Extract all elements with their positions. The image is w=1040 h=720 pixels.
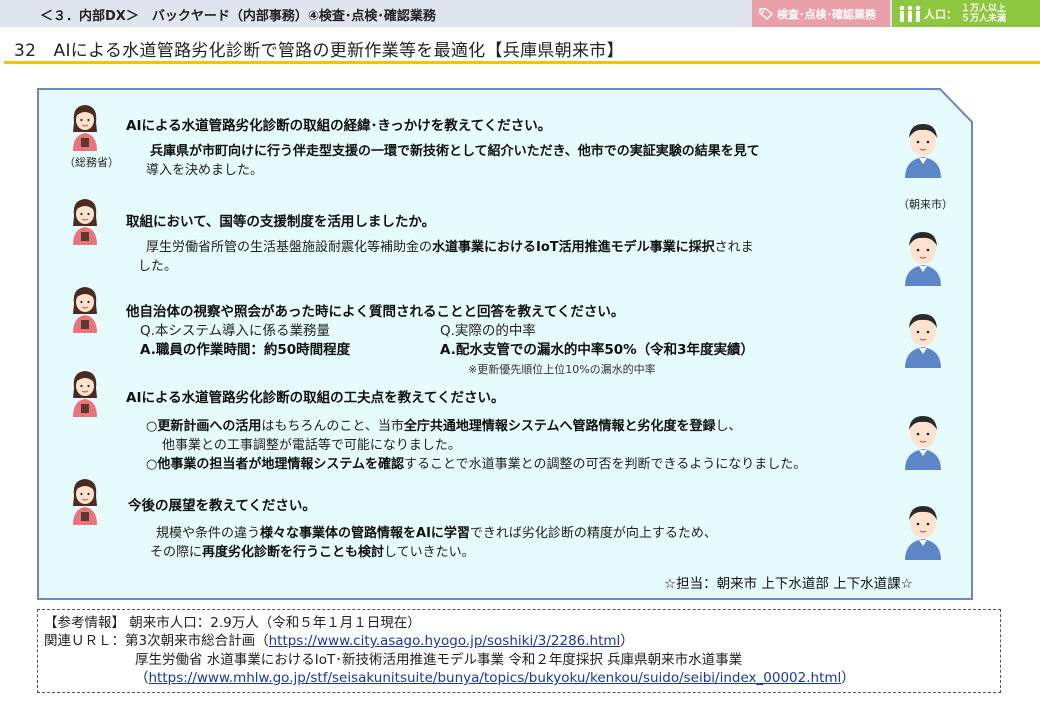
question-4: AIによる水道管路劣化診断の取組の工夫点を教えてください。	[126, 390, 505, 406]
population-range: １万人以上 ５万人未満	[961, 4, 1006, 24]
answer-4-bold3: ○他事業の担当者が地理情報システムを確認	[146, 457, 404, 472]
answer-4-text2: し、	[715, 419, 742, 434]
population-tag-label: 人口：	[924, 7, 957, 21]
population-tag: 人口： １万人以上 ５万人未満	[892, 0, 1040, 27]
answer-4-text1: はもちろんのこと、当市	[261, 419, 404, 434]
people-icon	[899, 5, 921, 22]
reference-url-2-post: ）	[841, 670, 855, 686]
answer-5-text3: その際に	[150, 545, 203, 560]
reference-url-2-pre: （	[135, 670, 149, 686]
answer-1-line1: 兵庫県が市町向けに行う伴走型支援の一環で新技術として紹介いただき、他市での実証実…	[150, 144, 760, 159]
question-2: 取組において、国等の支援制度を活用しましたか。	[126, 214, 436, 230]
answer-5-text1: 規模や条件の違う	[156, 526, 261, 541]
answer-2: 厚生労働省所管の生活基盤施設耐震化等補助金の水道事業におけるIoT活用推進モデル…	[146, 238, 754, 257]
interviewer-avatar	[73, 371, 97, 417]
interviewer-avatar	[73, 199, 97, 245]
question-3: 他自治体の視察や照会があった時によく質問されることと回答を教えてください。	[126, 304, 625, 320]
reference-url-1: 関連ＵＲＬ：第3次朝来市総合計画（https://www.city.asago.…	[44, 632, 634, 650]
title-bar: 32 AIによる水道管路劣化診断で管路の更新作業等を最適化【兵庫県朝来市】	[0, 33, 1040, 63]
page-title: 32 AIによる水道管路劣化診断で管路の更新作業等を最適化【兵庫県朝来市】	[14, 41, 624, 61]
reference-program: 厚生労働省 水道事業におけるIoT･新技術活用推進モデル事業 令和２年度採択 兵…	[135, 652, 743, 668]
answer-5-text2: できれば劣化診断の精度が向上するため、	[469, 526, 717, 541]
interviewer-label: （総務省）	[64, 156, 119, 169]
faq-note: ※更新優先順位上位10%の漏水的中率	[468, 363, 656, 376]
respondent-avatar	[905, 416, 941, 470]
answer-5-bold2: 再度劣化診断を行うことも検討	[202, 545, 385, 560]
reference-url-1-pre: 関連ＵＲＬ：第3次朝来市総合計画（	[44, 633, 269, 649]
question-1: AIによる水道管路劣化診断の取組の経緯･きっかけを教えてください。	[126, 118, 552, 134]
reference-url-2: （https://www.mhlw.go.jp/stf/seisakunitsu…	[135, 669, 855, 687]
respondent-avatar	[905, 506, 941, 560]
breadcrumb: ＜３．内部DX＞ バックヤード（内部事務）④検査･点検･確認業務	[40, 9, 436, 24]
answer-2-post: されま	[714, 240, 754, 255]
interviewer-avatar	[73, 479, 97, 525]
respondent-avatar	[905, 314, 941, 368]
category-tag-label: 検査･点検･確認業務	[777, 7, 876, 21]
tag-icon	[759, 7, 774, 20]
contact-info: ☆担当：朝来市 上下水道部 上下水道課☆	[664, 576, 913, 592]
question-5: 今後の展望を教えてください。	[128, 498, 316, 514]
respondent-avatar	[905, 124, 941, 178]
answer-5-bold1: 様々な事業体の管路情報をAIに学習	[260, 526, 470, 541]
answer-1-line2: 導入を決めました。	[146, 163, 264, 178]
answer-5-line2: その際に再度劣化診断を行うことも検討していきたい。	[150, 543, 475, 562]
faq-item-2-question: Q.実際の的中率	[440, 323, 536, 339]
answer-5-text4: していきたい。	[384, 545, 475, 560]
answer-2-line2: した。	[138, 259, 178, 274]
faq-item-2: Q.実際の的中率 A.配水支管での漏水的中率50%（令和3年度実績）	[440, 322, 754, 360]
header-bar: ＜３．内部DX＞ バックヤード（内部事務）④検査･点検･確認業務 検査･点検･確…	[0, 0, 1040, 27]
answer-4-line3: ○他事業の担当者が地理情報システムを確認することで水道事業との調整の可否を判断で…	[146, 455, 806, 474]
interviewer-avatar	[73, 287, 97, 333]
answer-4-line2: 他事業との工事調整が電話等で可能になりました。	[162, 438, 461, 453]
category-tag: 検査･点検･確認業務	[752, 0, 890, 27]
reference-url-1-post: ）	[620, 633, 634, 649]
faq-item-1-answer: A.職員の作業時間：約50時間程度	[140, 342, 351, 358]
respondent-avatar	[905, 232, 941, 286]
reference-link-1[interactable]: https://www.city.asago.hyogo.jp/soshiki/…	[269, 633, 621, 649]
reference-link-2[interactable]: https://www.mhlw.go.jp/stf/seisakunitsui…	[149, 670, 842, 686]
faq-item-1-question: Q.本システム導入に係る業務量	[140, 323, 331, 339]
reference-box: 【参考情報】 朝来市人口：2.9万人（令和５年１月１日現在） 関連ＵＲＬ：第3次…	[37, 609, 1001, 693]
answer-4-bold1: ○更新計画への活用	[146, 419, 262, 434]
title-rule	[4, 61, 1040, 64]
answer-5-line1: 規模や条件の違う様々な事業体の管路情報をAIに学習できれば劣化診断の精度が向上す…	[156, 524, 717, 543]
answer-2-bold: 水道事業におけるIoT活用推進モデル事業に採択	[432, 240, 715, 255]
answer-4-line1: ○更新計画への活用はもちろんのこと、当市全庁共通地理情報システムへ管路情報と劣化…	[146, 417, 741, 436]
population-range-min: １万人以上	[961, 3, 1007, 14]
answer-4-text3: することで水道事業との調整の可否を判断できるようになりました。	[403, 457, 807, 472]
respondent-label: （朝来市）	[898, 198, 953, 211]
answer-2-pre: 厚生労働省所管の生活基盤施設耐震化等補助金の	[146, 240, 433, 255]
population-range-max: ５万人未満	[961, 13, 1007, 24]
interviewer-avatar	[73, 105, 97, 151]
answer-1: 兵庫県が市町向けに行う伴走型支援の一環で新技術として紹介いただき、他市での実証実…	[150, 142, 760, 161]
reference-population: 【参考情報】 朝来市人口：2.9万人（令和５年１月１日現在）	[44, 615, 421, 631]
faq-item-2-answer: A.配水支管での漏水的中率50%（令和3年度実績）	[440, 342, 755, 358]
faq-item-1: Q.本システム導入に係る業務量 A.職員の作業時間：約50時間程度	[140, 322, 350, 360]
answer-4-bold2: 全庁共通地理情報システムへ管路情報と劣化度を登録	[403, 419, 716, 434]
